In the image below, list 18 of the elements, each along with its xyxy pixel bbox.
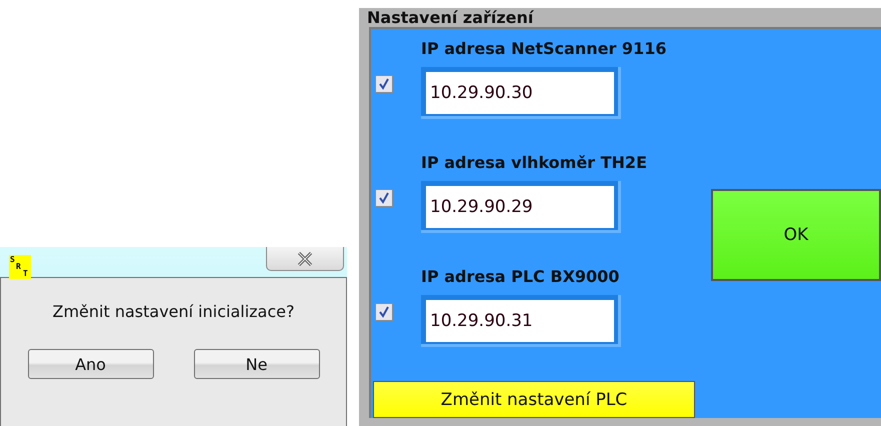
change-plc-button[interactable]: Změnit nastavení PLC xyxy=(373,381,695,418)
ip-field[interactable]: 10.29.90.31 xyxy=(421,295,621,347)
dialog-message: Změnit nastavení inicializace? xyxy=(52,302,294,321)
dialog-button[interactable]: Ne xyxy=(194,349,320,379)
device-label: IP adresa NetScanner 9116 xyxy=(421,39,668,60)
ip-field[interactable]: 10.29.90.29 xyxy=(421,181,621,233)
app-logo: S R T xyxy=(9,255,31,279)
checkbox[interactable] xyxy=(375,303,393,321)
ok-button[interactable]: OK xyxy=(711,189,881,281)
ip-field[interactable]: 10.29.90.30 xyxy=(421,67,621,119)
close-button[interactable] xyxy=(266,247,344,271)
checkbox[interactable] xyxy=(375,75,393,93)
checkbox[interactable] xyxy=(375,189,393,207)
panel-title: Nastavení zařízení xyxy=(366,8,535,27)
device-label: IP adresa vlhkoměr TH2E xyxy=(421,153,648,174)
dialog-button[interactable]: Ano xyxy=(28,349,154,379)
device-label: IP adresa PLC BX9000 xyxy=(421,267,620,288)
close-icon xyxy=(297,252,313,266)
